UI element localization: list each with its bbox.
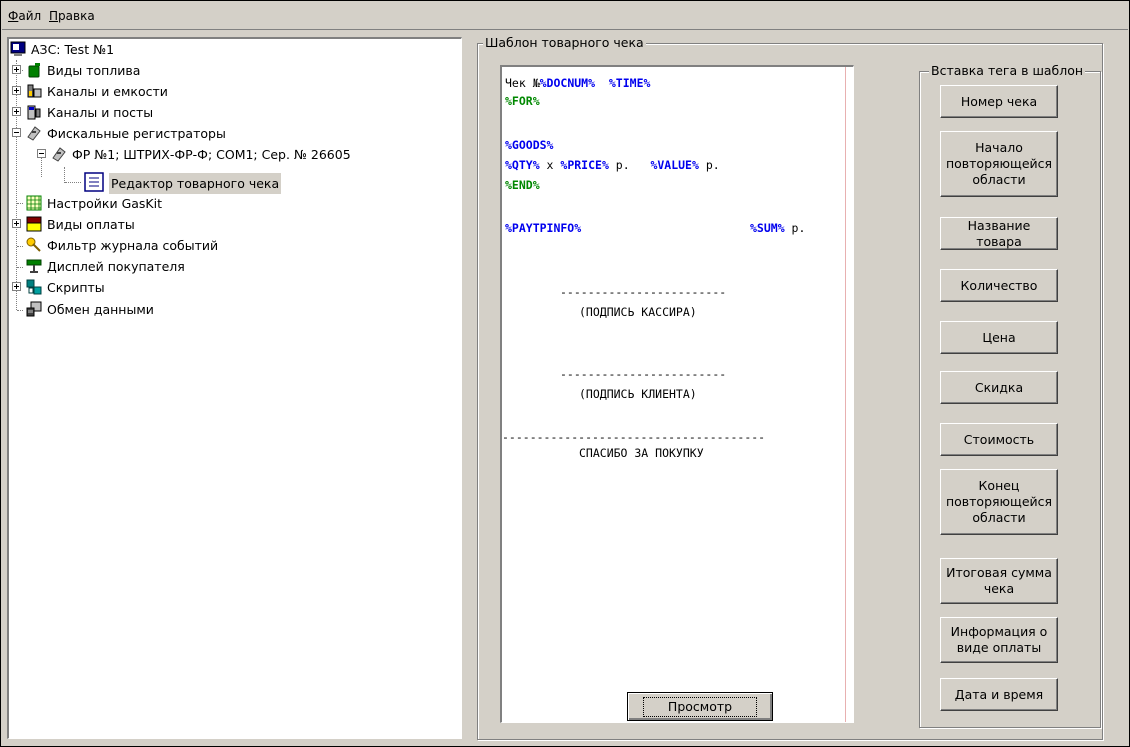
payment-icon — [26, 216, 42, 232]
insert-value-button[interactable]: Стоимость — [940, 423, 1058, 456]
menu-edit[interactable]: Правка — [49, 9, 95, 23]
display-icon — [26, 258, 42, 274]
key-filter-icon — [26, 237, 42, 253]
exchange-icon — [26, 301, 42, 317]
editor-line: %FOR% — [505, 94, 540, 108]
template-editor[interactable]: Чек №%DOCNUM% %TIME% %FOR% %GOODS% %QTY%… — [500, 65, 854, 723]
grid-icon — [26, 195, 42, 211]
insert-datetime-button[interactable]: Дата и время — [940, 678, 1058, 711]
editor-line: СПАСИБО ЗА ПОКУПКУ — [579, 446, 704, 460]
editor-line: Чек №%DOCNUM% %TIME% — [505, 76, 651, 90]
scripts-icon — [26, 279, 42, 295]
expand-icon[interactable] — [12, 282, 21, 291]
tree-connector — [41, 157, 42, 177]
tree-connector — [17, 310, 23, 311]
insert-quantity-button[interactable]: Количество — [940, 269, 1058, 302]
expand-icon[interactable] — [12, 86, 21, 95]
fuel-can-icon — [26, 62, 42, 78]
application-window: Файл Правка АЗС: Test №1 Виды топлива Ка… — [0, 0, 1130, 747]
tree-connector — [16, 60, 17, 310]
register-icon — [26, 125, 42, 141]
editor-margin-line — [845, 67, 846, 722]
insert-goods-name-button[interactable]: Название товара — [940, 217, 1058, 250]
tree-connector — [65, 182, 81, 183]
document-icon — [84, 172, 104, 192]
editor-line: %SUM% р. — [750, 221, 806, 235]
tree-connector — [17, 203, 23, 204]
editor-line: ------------------------ — [560, 367, 727, 381]
settings-tree[interactable]: АЗС: Test №1 Виды топлива Каналы и емкос… — [7, 37, 462, 739]
insert-discount-button[interactable]: Скидка — [940, 371, 1058, 404]
editor-line: -------------------------------------- — [502, 430, 766, 444]
computer-icon — [10, 41, 26, 57]
insert-payment-info-button[interactable]: Информация о виде оплаты — [940, 617, 1058, 663]
template-group-caption: Шаблон товарного чека — [483, 35, 646, 50]
tree-connector — [64, 167, 65, 183]
tree-connector — [17, 246, 23, 247]
expand-icon[interactable] — [12, 107, 21, 116]
collapse-icon[interactable] — [12, 128, 21, 137]
pump-icon — [26, 104, 42, 120]
editor-line: %QTY% x %PRICE% р. %VALUE% р. — [505, 158, 720, 172]
editor-line: %PAYTPINFO% — [505, 221, 582, 235]
insert-check-number-button[interactable]: Номер чека — [940, 85, 1058, 118]
editor-line: %END% — [505, 178, 540, 192]
tank-icon — [26, 83, 42, 99]
tag-group-caption: Вставка тега в шаблон — [929, 63, 1086, 78]
menu-file[interactable]: Файл — [8, 9, 41, 23]
editor-line: (ПОДПИСЬ КАССИРА) — [579, 305, 697, 319]
collapse-icon[interactable] — [37, 149, 46, 158]
editor-line: (ПОДПИСЬ КЛИЕНТА) — [579, 387, 697, 401]
insert-price-button[interactable]: Цена — [940, 321, 1058, 354]
expand-icon[interactable] — [12, 219, 21, 228]
preview-button[interactable]: Просмотр — [627, 692, 773, 721]
expand-icon[interactable] — [12, 65, 21, 74]
editor-line: ------------------------ — [560, 285, 727, 299]
editor-line: %GOODS% — [505, 138, 554, 152]
menu-bar: Файл Правка — [2, 2, 1128, 30]
tree-connector — [17, 267, 23, 268]
insert-total-sum-button[interactable]: Итоговая сумма чека — [940, 558, 1058, 604]
insert-loop-start-button[interactable]: Начало повторяющейся области — [940, 131, 1058, 197]
insert-loop-end-button[interactable]: Конец повторяющейся области — [940, 469, 1058, 535]
register-icon — [51, 146, 67, 162]
